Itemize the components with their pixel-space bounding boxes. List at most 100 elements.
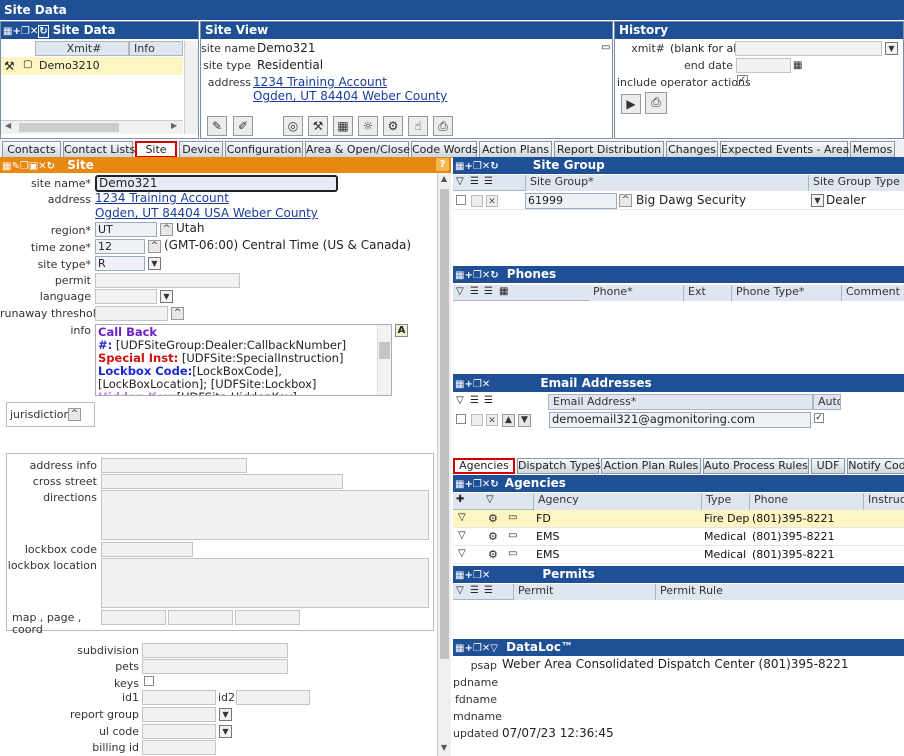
agency-row[interactable]: ▽ ⚙ ▭ EMS Medical (801)395-8221: [453, 546, 904, 564]
vscrollbar[interactable]: [184, 41, 198, 134]
delete-icon[interactable]: ✕: [30, 26, 38, 37]
email-row[interactable]: ✕ ▲ ▼ demoemail321@agmonitoring.com ✓: [453, 411, 904, 429]
ph-keypad-icon[interactable]: ▦: [499, 286, 508, 297]
language-input[interactable]: [95, 289, 157, 304]
site-type-dropdown-icon[interactable]: ▼: [148, 257, 161, 270]
ph-filter-icon[interactable]: ▽: [456, 286, 464, 297]
tab-device[interactable]: Device: [179, 141, 223, 158]
em-row-delete-icon[interactable]: ✕: [486, 414, 498, 426]
agency-row[interactable]: ▽ ⚙ ▭ FD Fire Dep (801)395-8221: [453, 510, 904, 528]
subdivision-input[interactable]: [142, 643, 288, 658]
tab-configuration[interactable]: Configuration: [225, 141, 303, 158]
tab-report-distribution[interactable]: Report Distribution: [554, 141, 664, 158]
tab-contacts[interactable]: Contacts: [2, 141, 61, 158]
pencil-icon[interactable]: ✐: [233, 116, 253, 136]
new-doc-icon[interactable]: ✎: [207, 116, 227, 136]
directions-input[interactable]: [101, 490, 429, 540]
calendar-icon[interactable]: ▦: [793, 60, 802, 71]
agency-filter-icon[interactable]: ▽: [458, 530, 466, 541]
pm-delete-icon[interactable]: ✕: [482, 570, 490, 581]
sg-filter-icon[interactable]: ▽: [456, 176, 464, 187]
em-row-down-icon[interactable]: ▼: [518, 414, 531, 427]
site-refresh-icon[interactable]: ↻: [47, 161, 55, 172]
subtab-udf[interactable]: UDF: [811, 458, 845, 474]
address-line1[interactable]: 1234 Training Account: [95, 191, 229, 205]
sg-row-checkbox[interactable]: [456, 195, 466, 205]
add-icon[interactable]: +: [12, 26, 20, 37]
sg-code-lookup-icon[interactable]: ^: [619, 194, 632, 207]
pm-list-icon[interactable]: ☰: [470, 585, 479, 596]
address-line2[interactable]: Ogden, UT 84404 USA Weber County: [95, 206, 318, 220]
lockbox-location-input[interactable]: [101, 558, 429, 608]
network-icon[interactable]: ⚙: [383, 116, 403, 136]
scroll-down-icon[interactable]: ▼: [441, 743, 447, 752]
keys-checkbox[interactable]: [144, 676, 154, 686]
tab-contact-lists[interactable]: Contact Lists: [63, 141, 135, 158]
fingerprint-icon[interactable]: ◎: [283, 116, 303, 136]
pets-input[interactable]: [142, 659, 288, 674]
agency-note-icon[interactable]: ▭: [508, 530, 517, 541]
ul-code-dropdown-icon[interactable]: ▼: [219, 725, 232, 738]
page-input[interactable]: [168, 610, 233, 625]
runaway-input[interactable]: [95, 306, 168, 321]
hscrollbar[interactable]: ◀ ▶: [1, 120, 183, 134]
email-input[interactable]: demoemail321@agmonitoring.com: [549, 412, 811, 428]
keypad-icon[interactable]: ▦: [333, 116, 353, 136]
refresh-icon[interactable]: ↻: [38, 25, 49, 38]
language-dropdown-icon[interactable]: ▼: [160, 290, 173, 303]
lockbox-code-input[interactable]: [101, 542, 193, 557]
subtab-auto-process-rules[interactable]: Auto Process Rules: [703, 458, 809, 474]
email-auto-checkbox[interactable]: ✓: [814, 413, 824, 423]
sg-list2-icon[interactable]: ☰: [484, 176, 493, 187]
sg-copy-icon[interactable]: ❐: [473, 161, 482, 172]
copy-icon[interactable]: ❐: [21, 26, 30, 37]
site-form-scroll-thumb[interactable]: [440, 189, 449, 659]
em-add-icon[interactable]: +: [464, 379, 472, 390]
agency-row[interactable]: ▽ ⚙ ▭ EMS Medical (801)395-8221: [453, 528, 904, 546]
em-list2-icon[interactable]: ☰: [484, 395, 493, 406]
agency-link-icon[interactable]: ⚙: [488, 548, 498, 561]
ph-delete-icon[interactable]: ✕: [482, 270, 490, 281]
subtab-action-plan-rules[interactable]: Action Plan Rules: [601, 458, 701, 474]
subtab-notify-cod[interactable]: Notify Cod: [847, 458, 904, 474]
report-group-dropdown-icon[interactable]: ▼: [219, 708, 232, 721]
history-end-date-input[interactable]: [736, 58, 791, 73]
tools-icon[interactable]: ⚒: [4, 59, 15, 73]
tools-button-icon[interactable]: ⚒: [308, 116, 328, 136]
site-group-row[interactable]: ✕ 61999 ^ Big Dawg Security ▼ Dealer: [453, 192, 904, 210]
info-scrollbar[interactable]: [377, 325, 391, 395]
scroll-up-icon[interactable]: ▲: [441, 174, 447, 183]
history-xmit-input[interactable]: [735, 41, 882, 56]
help-icon[interactable]: ?: [436, 158, 449, 171]
coord-input[interactable]: [235, 610, 300, 625]
dl-filter-icon[interactable]: ▽: [490, 643, 498, 654]
sv-address-line2[interactable]: Ogden, UT 84404 Weber County: [253, 89, 447, 103]
sun-icon[interactable]: ☼: [358, 116, 378, 136]
sg-list-icon[interactable]: ☰: [470, 176, 479, 187]
timezone-input[interactable]: 12: [95, 239, 145, 254]
timezone-lookup-icon[interactable]: ^: [148, 240, 161, 253]
sg-refresh-icon[interactable]: ↻: [490, 161, 498, 172]
tab-changes[interactable]: Changes: [666, 141, 718, 158]
site-type-input[interactable]: R: [95, 256, 145, 271]
ph-copy-icon[interactable]: ❐: [473, 270, 482, 281]
ul-code-input[interactable]: [142, 724, 216, 739]
pm-add-icon[interactable]: +: [464, 570, 472, 581]
dl-add-icon[interactable]: +: [464, 643, 472, 654]
em-row-edit-icon[interactable]: [471, 414, 483, 426]
tab-area-open-close[interactable]: Area & Open/Close: [305, 141, 410, 158]
em-delete-icon[interactable]: ✕: [482, 379, 490, 390]
agency-link-icon[interactable]: ⚙: [488, 512, 498, 525]
sg-code-input[interactable]: 61999: [525, 193, 617, 209]
dl-copy-icon[interactable]: ❐: [473, 643, 482, 654]
sg-delete-icon[interactable]: ✕: [482, 161, 490, 172]
runaway-lookup-icon[interactable]: ^: [171, 307, 184, 320]
agency-filter-icon[interactable]: ▽: [458, 548, 466, 559]
sg-row-delete-icon[interactable]: ✕: [486, 195, 498, 207]
site-edit-icon[interactable]: ✎: [11, 161, 19, 172]
font-format-icon[interactable]: A: [395, 324, 408, 337]
billing-id-input[interactable]: [142, 740, 216, 755]
id1-input[interactable]: [142, 690, 216, 705]
note-icon[interactable]: ▢: [23, 59, 32, 70]
ag-delete-icon[interactable]: ✕: [482, 479, 490, 490]
